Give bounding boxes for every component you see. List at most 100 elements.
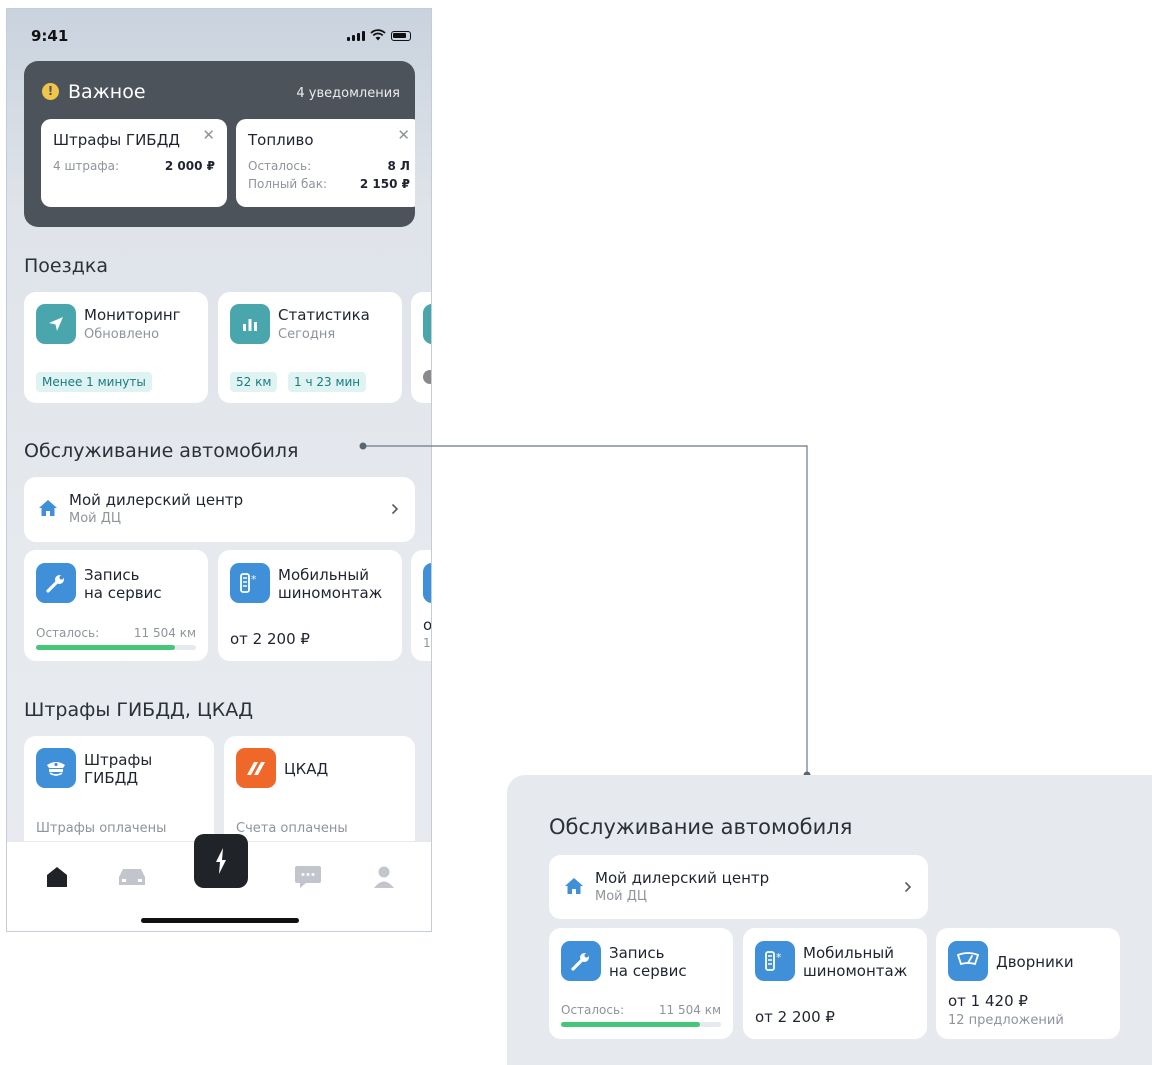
service-progress-bar [561,1022,721,1027]
booking-title-line1: Запись [609,944,665,962]
card-monitoring[interactable]: Мониторинг Обновлено Менее 1 минуты [24,292,208,403]
gibdd-title-line2: ГИБДД [84,769,139,787]
signal-icon [347,31,365,41]
chat-icon [295,866,321,888]
close-icon[interactable]: ✕ [397,126,410,144]
notification-row: Осталось: 8 Л [248,159,410,173]
notification-card-fuel[interactable]: Топливо ✕ Осталось: 8 Л Полный бак: 2 15… [236,119,415,207]
svg-text:*: * [251,573,257,586]
notification-row: Полный бак: 2 150 ₽ [248,177,410,191]
main-action-button[interactable] [194,834,248,888]
dealer-title: Мой дилерский центр [69,491,244,509]
important-widget[interactable]: ! Важное 4 уведомления Штрафы ГИБДД ✕ 4 … [24,61,415,227]
bar-chart-icon [230,304,270,344]
section-title-service: Обслуживание автомобиля [24,440,299,462]
home-icon [565,878,583,894]
tab-home[interactable] [39,862,75,892]
tire-snowflake-icon: * [230,563,270,603]
tire-title-line2: шиномонтаж [803,962,908,980]
notification-title: Топливо [248,131,314,149]
booking-title-line2: на сервис [609,962,687,980]
progress-fill [561,1022,701,1027]
close-icon[interactable]: ✕ [202,126,215,144]
status-icons [347,29,411,41]
card-gibdd-fines[interactable]: Штрафы ГИБДД Штрафы оплачены [24,736,214,856]
bottom-tab-bar [7,834,431,931]
notification-title: Штрафы ГИБДД [53,131,181,149]
card-subtitle: Обновлено [84,327,160,342]
home-icon [39,500,57,516]
police-cap-icon [36,748,76,788]
notification-row: 4 штрафа: 2 000 ₽ [53,159,215,173]
phone-screen: 9:41 ! Важное 4 уведомления Штрафы ГИБДД… [6,8,432,932]
tire-snowflake-icon: * [755,941,795,981]
zoom-dealer-center-row[interactable]: Мой дилерский центр Мой ДЦ [549,855,928,919]
warning-icon: ! [42,83,59,100]
row-value: 2 150 ₽ [359,177,410,191]
duration-chip: 1 ч 23 мин [288,372,367,392]
home-icon [47,867,67,887]
progress-fill [36,645,176,650]
partial-icon [423,563,431,603]
booking-title-line1: Запись [84,566,140,584]
card-service-booking[interactable]: Запись на сервис Осталось: 11 504 км [24,550,208,661]
dealer-subtitle: Мой ДЦ [69,511,121,526]
partial-subtitle: 12 [423,636,431,650]
zoom-detail-panel: Обслуживание автомобиля Мой дилерский це… [507,775,1152,1065]
row-label: Осталось: [248,159,312,173]
tab-chat[interactable] [290,862,326,892]
card-ckad[interactable]: ЦКАД Счета оплачены [224,736,415,856]
tire-price: от 2 200 ₽ [230,630,310,648]
avatar [423,370,431,384]
tab-profile[interactable] [366,862,402,892]
canvas: 9:41 ! Важное 4 уведомления Штрафы ГИБДД… [0,0,1152,1065]
tire-title-line2: шиномонтаж [278,584,383,602]
zoom-card-service-booking[interactable]: Запись на сервис Осталось: 11 504 км [549,928,733,1039]
row-value: 2 000 ₽ [164,159,215,173]
ckad-road-icon [236,748,276,788]
remaining-row: Осталось: 11 504 км [36,626,196,640]
wipers-price: от 1 420 ₽ [948,992,1028,1010]
card-title: Мониторинг [84,306,181,324]
wipers-offers: 12 предложений [948,1013,1064,1028]
dealer-title: Мой дилерский центр [595,869,770,887]
tire-price: от 2 200 ₽ [755,1008,835,1026]
booking-title-line2: на сервис [84,584,162,602]
card-partial-trip[interactable] [411,292,431,403]
gibdd-title-line1: Штрафы [84,751,153,769]
tab-car[interactable] [114,862,150,892]
ckad-title: ЦКАД [284,760,329,778]
card-statistics[interactable]: Статистика Сегодня 52 км 1 ч 23 мин [218,292,402,403]
card-partial-service[interactable]: о 12 [411,550,431,661]
remaining-label: Осталось: [36,626,100,640]
zoom-card-tire-service[interactable]: * Мобильный шиномонтаж от 2 200 ₽ [743,928,927,1039]
remaining-label: Осталось: [561,1003,625,1017]
row-label: 4 штрафа: [53,159,120,173]
status-time: 9:41 [31,27,69,45]
wrench-icon [561,941,601,981]
row-value: 8 Л [387,159,411,173]
wifi-icon [370,29,386,41]
ckad-status: Счета оплачены [236,821,348,836]
row-label: Полный бак: [248,177,328,191]
svg-text:*: * [776,951,782,964]
card-title: Статистика [278,306,370,324]
section-title-fines: Штрафы ГИБДД, ЦКАД [24,699,254,721]
section-title-trip: Поездка [24,255,108,277]
gibdd-status: Штрафы оплачены [36,821,167,836]
distance-chip: 52 км [230,372,278,392]
chevron-right-icon [391,503,399,515]
remaining-value: 11 504 км [133,626,196,640]
remaining-value: 11 504 км [658,1003,721,1017]
zoom-card-wipers[interactable]: Дворники от 1 420 ₽ 12 предложений [936,928,1120,1039]
status-bar: 9:41 [7,9,431,57]
car-icon [119,869,145,885]
notification-count[interactable]: 4 уведомления [296,86,400,101]
wipers-title: Дворники [996,953,1074,971]
notification-card-fines[interactable]: Штрафы ГИБДД ✕ 4 штрафа: 2 000 ₽ [41,119,227,207]
tire-title-line1: Мобильный [803,944,894,962]
important-title: Важное [68,81,146,103]
dealer-center-row[interactable]: Мой дилерский центр Мой ДЦ [24,477,415,542]
dealer-subtitle: Мой ДЦ [595,889,647,904]
card-tire-service[interactable]: * Мобильный шиномонтаж от 2 200 ₽ [218,550,402,661]
